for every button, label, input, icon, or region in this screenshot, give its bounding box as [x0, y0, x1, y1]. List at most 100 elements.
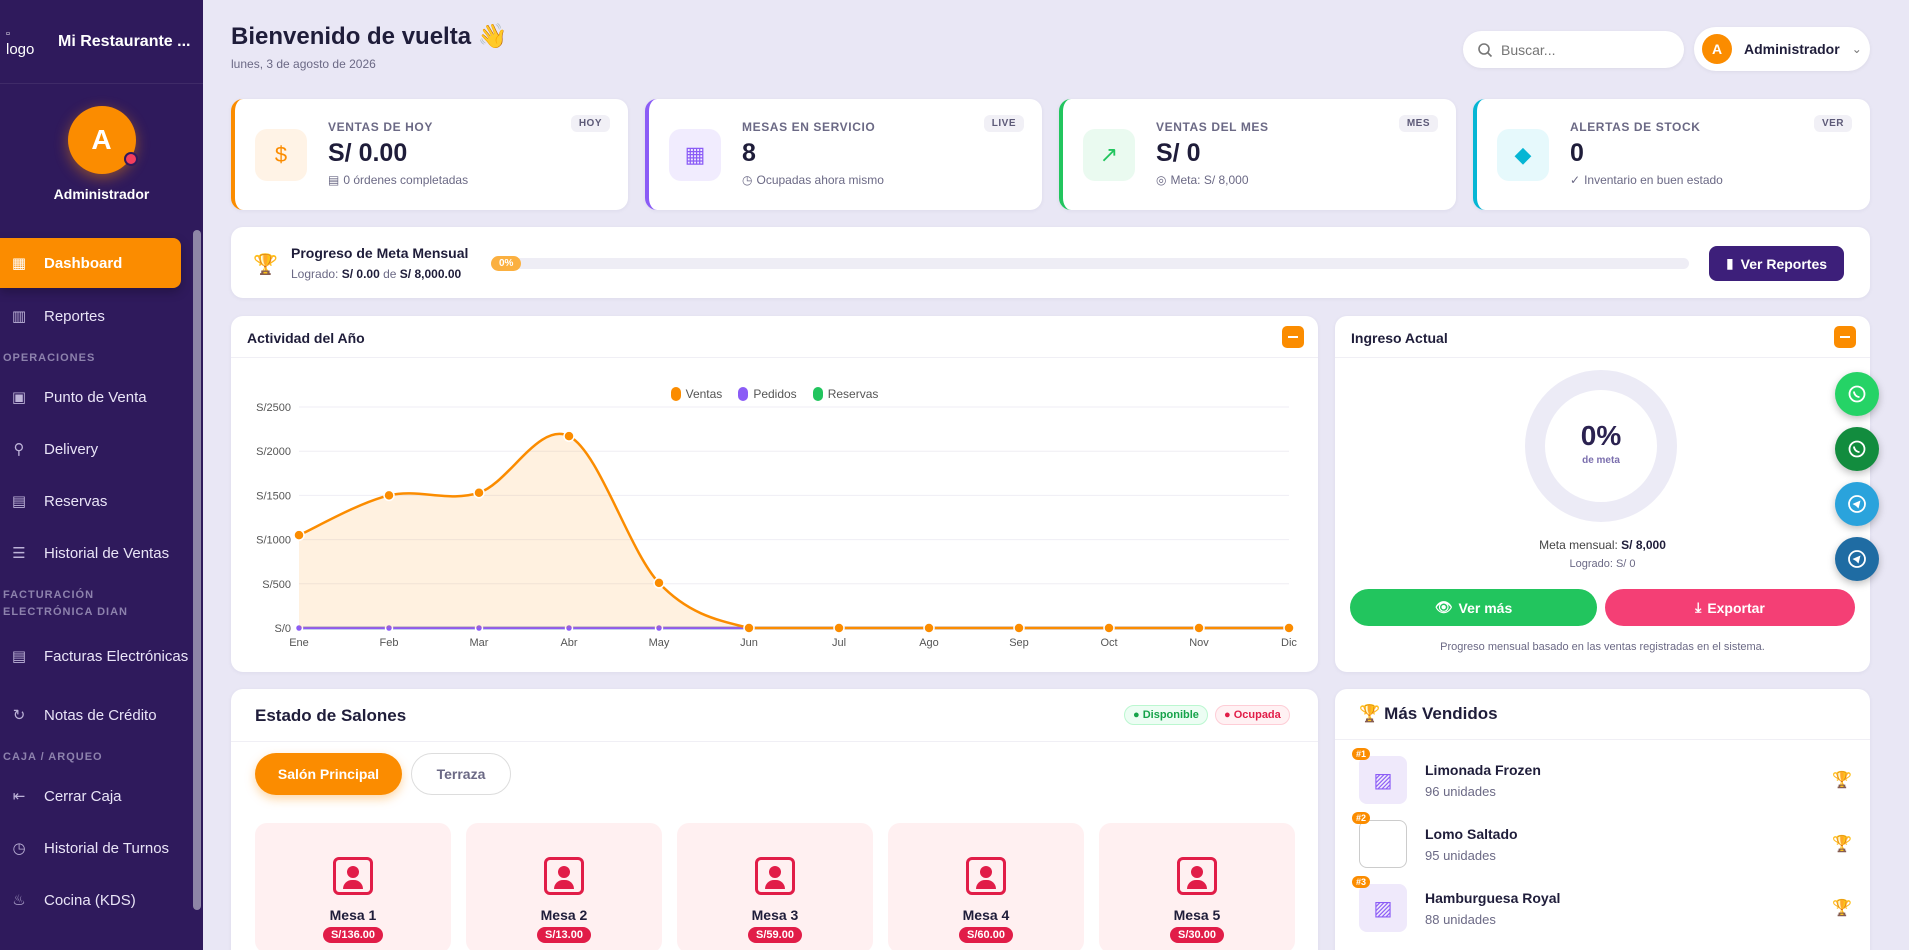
list-icon: ☰	[12, 545, 26, 562]
telegram-icon	[1848, 495, 1866, 513]
data-point	[653, 577, 665, 589]
table-card[interactable]: Mesa 1 S/136.00	[255, 823, 451, 950]
sidebar-item-historial-de-turnos[interactable]: ◷ Historial de Turnos	[0, 824, 190, 872]
x-tick-label: Nov	[1189, 637, 1209, 649]
view-reports-button[interactable]: ▮ Ver Reportes	[1709, 246, 1844, 281]
x-tick-label: Ago	[919, 637, 939, 649]
shopping-bag-icon: ▣	[11, 389, 27, 406]
x-tick-label: Oct	[1100, 637, 1117, 649]
tab-salon-principal[interactable]: Salón Principal	[255, 753, 402, 795]
telegram-button[interactable]	[1835, 537, 1879, 581]
table-card[interactable]: Mesa 3 S/59.00	[677, 823, 873, 950]
table-amount: S/30.00	[1170, 927, 1224, 943]
bicycle-icon: ⚲	[13, 441, 25, 458]
search-box[interactable]	[1463, 31, 1684, 68]
sidebar-item-cocina-kds-[interactable]: ♨ Cocina (KDS)	[0, 876, 190, 924]
data-point	[1103, 622, 1115, 634]
table-card[interactable]: Mesa 5 S/30.00	[1099, 823, 1295, 950]
search-icon	[1478, 42, 1493, 57]
available-badge: ● Disponible	[1124, 705, 1208, 725]
sidebar-item-reservas[interactable]: ▤ Reservas	[0, 477, 190, 525]
brand-name[interactable]: Mi Restaurante ...	[58, 33, 190, 51]
table-name: Mesa 5	[1173, 907, 1221, 923]
goal-subtitle: Logrado: S/ 0.00 de S/ 8,000.00	[291, 267, 462, 281]
y-tick-label: S/2500	[256, 402, 291, 414]
data-point	[743, 622, 755, 634]
top-sellers-card: 🏆 Más Vendidos #1 ▨ Limonada Frozen 96 unida…	[1335, 689, 1870, 950]
sidebar-item-facturas-electr-nicas[interactable]: ▤ Facturas Electrónicas	[0, 627, 190, 687]
stat-card-hoy[interactable]: $ VENTAS DE HOY S/ 0.00 ▤ 0 órdenes completa…	[231, 99, 628, 210]
y-tick-label: S/0	[274, 623, 291, 635]
top-seller-item[interactable]: #3 ▨ Hamburguesa Royal 88 unidades 🏆	[1352, 876, 1854, 934]
check-icon: ✓	[1570, 173, 1581, 187]
product-name: Hamburguesa Royal	[1425, 890, 1561, 906]
download-icon: ⤓	[1695, 599, 1702, 615]
trophy-icon: 🏆	[253, 254, 278, 276]
sidebar-item-punto-de-venta[interactable]: ▣ Punto de Venta	[0, 373, 190, 421]
data-point	[473, 486, 485, 499]
top-seller-item[interactable]: #2 Lomo Saltado 95 unidades 🏆	[1352, 812, 1854, 870]
eye-icon: 👁	[1434, 599, 1453, 615]
sidebar-item-historial-de-ventas[interactable]: ☰ Historial de Ventas	[0, 529, 190, 577]
product-name: Limonada Frozen	[1425, 762, 1541, 778]
table-name: Mesa 2	[540, 907, 588, 923]
export-button[interactable]: ⤓ Exportar	[1605, 589, 1855, 626]
product-units: 96 unidades	[1425, 784, 1496, 799]
minimize-button[interactable]	[1834, 326, 1856, 348]
top-seller-item[interactable]: #1 ▨ Limonada Frozen 96 unidades 🏆	[1352, 748, 1854, 806]
whatsapp-button[interactable]	[1835, 427, 1879, 471]
stat-subtext: ✓ Inventario en buen estado	[1570, 173, 1723, 187]
logo[interactable]: ▫ logo	[6, 25, 46, 58]
income-card: Ingreso Actual 0% de meta Meta mensual: …	[1335, 316, 1870, 672]
grid-icon: ▦	[669, 129, 721, 181]
trophy-icon: 🏆	[1359, 704, 1381, 723]
table-amount: S/60.00	[959, 927, 1013, 943]
stat-card-live[interactable]: ▦ MESAS EN SERVICIO 8 ◷ Ocupadas ahora mismo…	[645, 99, 1042, 210]
table-card[interactable]: Mesa 2 S/13.00	[466, 823, 662, 950]
rank-badge: #3	[1352, 876, 1371, 888]
stat-label: MESAS EN SERVICIO	[742, 120, 876, 134]
whatsapp-icon	[1848, 385, 1866, 403]
sidebar-item-reportes[interactable]: ▥ Reportes	[0, 292, 190, 340]
stat-badge: HOY	[570, 115, 610, 132]
sidebar-nav: ▦ Dashboard ▥ Reportes OPERACIONES ▣ Punto de …	[0, 238, 190, 928]
sidebar-item-cerrar-caja[interactable]: ⇤ Cerrar Caja	[0, 772, 190, 820]
fire-icon: ♨	[12, 892, 26, 909]
goal-progress-percent: 0%	[491, 256, 522, 271]
income-goal: Meta mensual: S/ 8,000	[1539, 538, 1666, 552]
refresh-icon: ↻	[12, 707, 26, 724]
data-point	[383, 489, 395, 502]
avatar[interactable]: A	[67, 106, 138, 174]
user-menu[interactable]: A Administrador ⌄	[1694, 27, 1870, 71]
x-tick-label: Sep	[1009, 637, 1029, 649]
search-input[interactable]	[1501, 41, 1661, 58]
status-dot	[123, 152, 138, 166]
activity-chart: S/0 S/500 S/1000 S/1500 S/2000 S/2500 Ene Feb Ma…	[256, 402, 1297, 649]
y-tick-label: S/500	[262, 579, 291, 591]
table-amount: S/13.00	[537, 927, 591, 943]
telegram-button[interactable]	[1835, 482, 1879, 526]
income-donut: 0% de meta	[1525, 370, 1677, 522]
view-more-button[interactable]: 👁 Ver más	[1350, 589, 1597, 626]
stat-card-mes[interactable]: ↗ VENTAS DEL MES S/ 0 ◎ Meta: S/ 8,000 MES	[1059, 99, 1456, 210]
table-user-icon	[966, 857, 1006, 895]
table-card[interactable]: Mesa 4 S/60.00	[888, 823, 1084, 950]
target-icon: ◎	[1156, 173, 1167, 187]
sidebar-scrollbar[interactable]	[193, 230, 201, 910]
goal-title: Progreso de Meta Mensual	[291, 245, 469, 261]
table-user-icon	[544, 857, 584, 895]
stat-value: S/ 0.00	[328, 139, 408, 167]
product-name: Lomo Saltado	[1425, 826, 1518, 842]
stat-card-ver[interactable]: ◆ ALERTAS DE STOCK 0 ✓ Inventario en buen es…	[1473, 99, 1870, 210]
sidebar-item-label: Cocina (KDS)	[44, 891, 136, 909]
table-amount: S/59.00	[748, 927, 802, 943]
sidebar-item-delivery[interactable]: ⚲ Delivery	[0, 425, 190, 473]
nav-section-2: OPERACIONES	[3, 352, 96, 364]
rooms-card: Estado de Salones ● Disponible ● Ocupada…	[231, 689, 1318, 950]
data-point	[563, 430, 575, 442]
sidebar-item-notas-de-cr-dito[interactable]: ↻ Notas de Crédito	[0, 691, 190, 739]
tab-terraza[interactable]: Terraza	[411, 753, 511, 795]
whatsapp-button[interactable]	[1835, 372, 1879, 416]
sidebar-item-label: Historial de Ventas	[44, 544, 170, 562]
sidebar-item-dashboard[interactable]: ▦ Dashboard	[0, 238, 181, 288]
